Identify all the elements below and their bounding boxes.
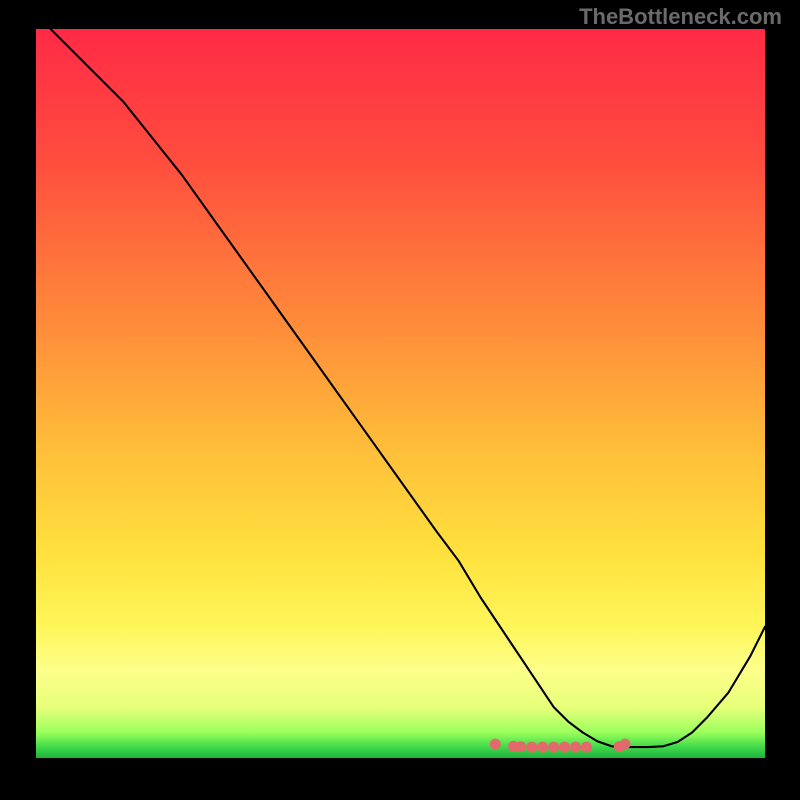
curve-marker xyxy=(526,742,537,753)
curve-marker xyxy=(620,739,631,750)
curve-marker xyxy=(570,742,581,753)
bottleneck-chart xyxy=(36,29,765,758)
curve-marker xyxy=(537,742,548,753)
watermark-text: TheBottleneck.com xyxy=(579,4,782,30)
plot-background xyxy=(36,29,765,758)
curve-marker xyxy=(490,739,501,750)
curve-marker xyxy=(548,742,559,753)
curve-marker xyxy=(581,742,592,753)
curve-marker xyxy=(515,741,526,752)
curve-marker xyxy=(559,742,570,753)
